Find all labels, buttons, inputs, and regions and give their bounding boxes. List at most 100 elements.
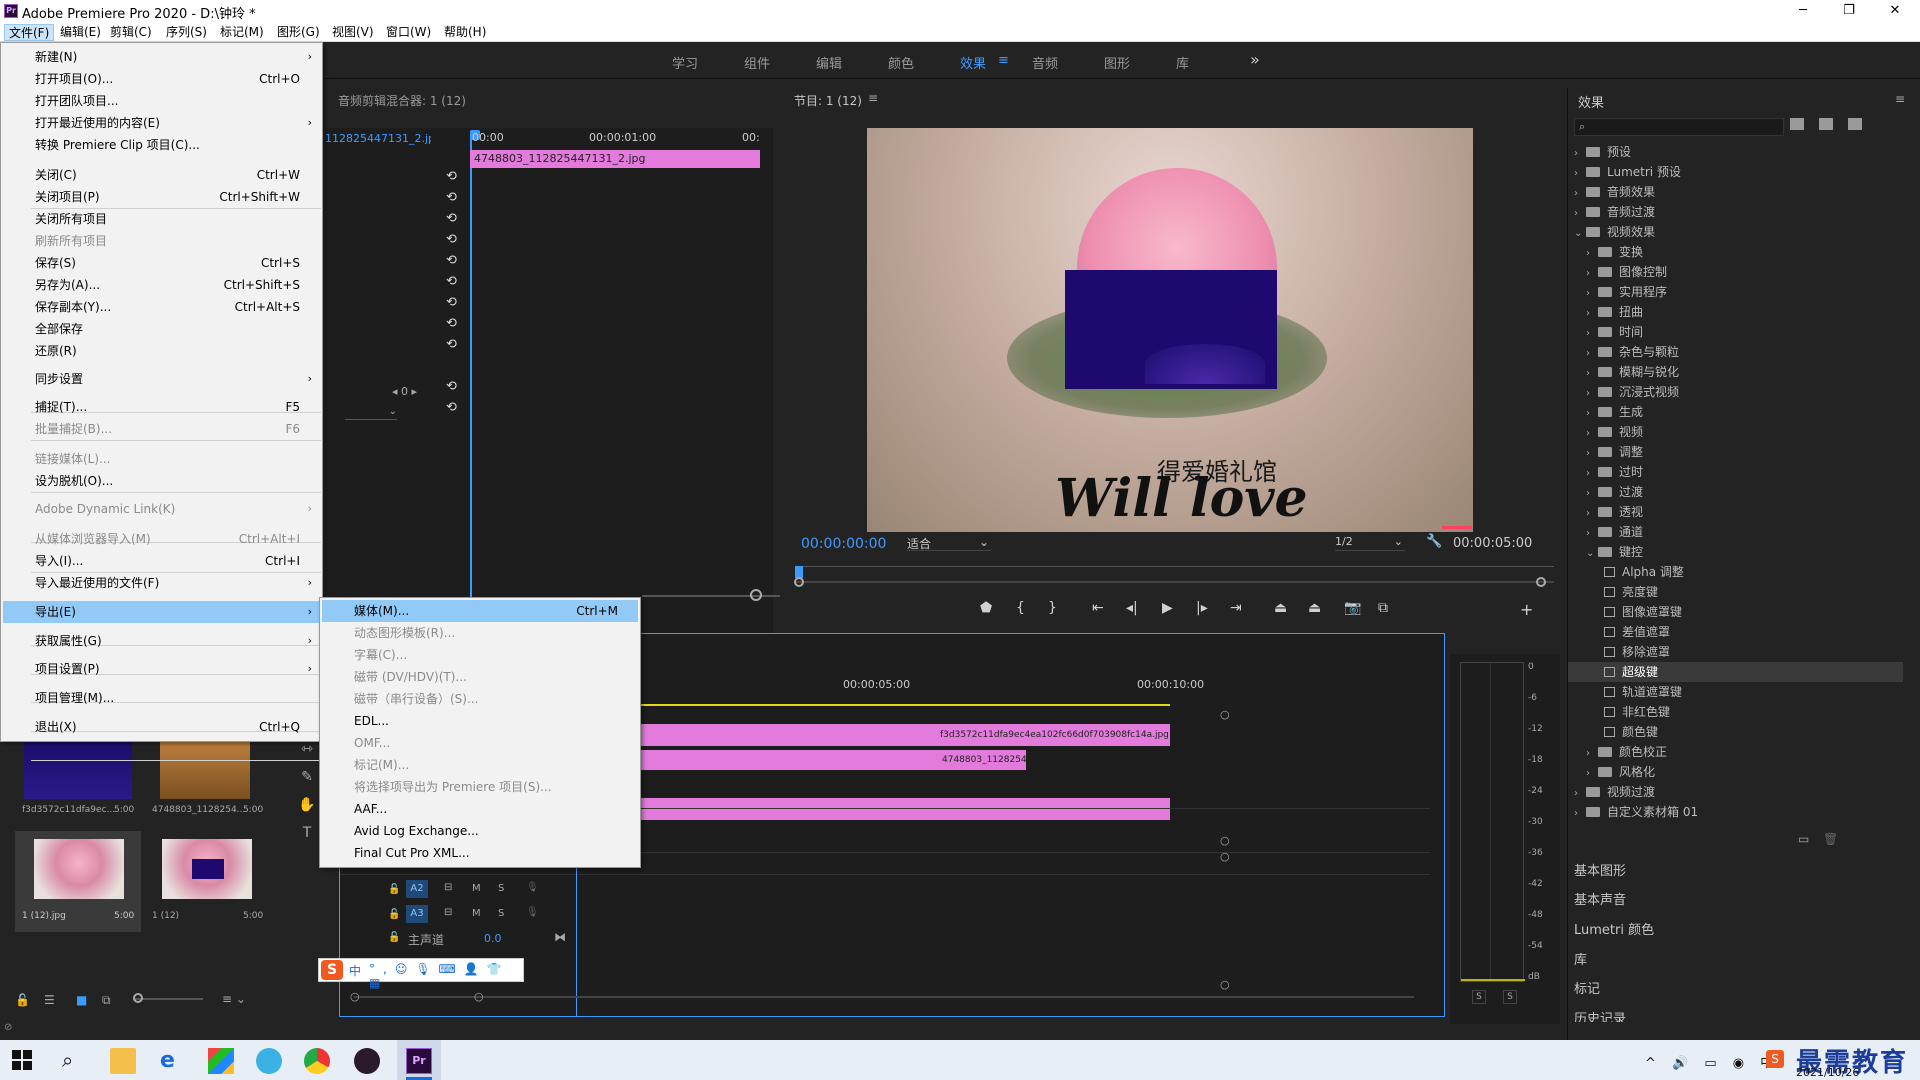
menu-edit[interactable]: 编辑(E) [56,24,105,41]
thumbnail[interactable] [34,839,124,899]
ie-browser-icon[interactable] [256,1048,282,1074]
mark-in-icon[interactable]: { [1016,600,1025,616]
solo-left-button[interactable]: S [1472,990,1486,1004]
zoom-handle[interactable] [750,589,762,601]
workspace-tab-learn[interactable]: 学习 [672,53,698,72]
file-menu-item[interactable]: 打开最近使用的内容(E) › [3,112,320,134]
fit-dropdown[interactable]: 适合 ⌄ [907,535,991,551]
effects-item[interactable]: 亮度键 [1568,582,1903,602]
ime-tool-icons[interactable]: °,☺🎙⌨👤👕▦ [369,962,523,990]
work-area-bar[interactable] [640,704,1170,706]
play-icon[interactable]: ▶ [1162,600,1173,616]
effects-folder[interactable]: › 自定义素材箱 01 [1568,802,1903,822]
mute-button[interactable]: M [472,883,481,894]
effects-folder[interactable]: › 变换 [1568,242,1903,262]
more-workspaces-icon[interactable]: » [1250,50,1260,69]
monitor-scrollbar[interactable] [794,581,1554,583]
menu-clip[interactable]: 剪辑(C) [106,24,156,41]
32bit-effects-icon[interactable] [1819,118,1833,130]
scroll-handle[interactable]: ○ [1220,708,1230,721]
step-forward-icon[interactable]: |▸ [1196,600,1208,616]
file-menu-item[interactable]: 获取属性(G) › [3,630,320,652]
new-bin-icon[interactable]: ▭ [1798,832,1809,846]
solo-button[interactable]: S [498,883,504,894]
time-ruler[interactable] [796,566,1554,567]
side-panel-markers[interactable]: 标记 [1574,978,1600,997]
comparison-view-icon[interactable]: ⧉ [1378,600,1388,616]
export-menu-item[interactable]: EDL... [322,710,638,732]
effects-folder[interactable]: › 透视 [1568,502,1903,522]
scroll-handle[interactable]: ○ [1220,834,1230,847]
master-volume-value[interactable]: 0.0 [484,932,502,945]
effects-folder[interactable]: › 过时 [1568,462,1903,482]
search-icon[interactable]: ⌕ [62,1048,88,1074]
go-to-out-icon[interactable]: ⇥ [1230,600,1242,616]
scroll-handle[interactable]: ○ [350,990,360,1003]
track-lock-icon[interactable]: 🔓 [388,909,400,920]
file-menu-item[interactable]: 退出(X) Ctrl+Q [3,716,320,738]
effects-item[interactable]: 差值遮罩 [1568,622,1903,642]
step-back-icon[interactable]: ◂| [1126,600,1138,616]
effects-folder[interactable]: › 调整 [1568,442,1903,462]
menu-file[interactable]: 文件(F) [4,24,55,41]
effects-folder[interactable]: › 音频效果 [1568,182,1903,202]
accelerated-effects-icon[interactable] [1790,118,1804,130]
add-button-icon[interactable]: + [1520,600,1533,619]
keyframe-reset-icons[interactable]: ⟲ ⟲ ⟲ ⟲ ⟲ ⟲ ⟲ ⟲ ⟲ ⟲ ⟲ [446,166,457,496]
file-menu-item[interactable]: 打开项目(O)... Ctrl+O [3,68,320,90]
menu-sequence[interactable]: 序列(S) [162,24,211,41]
edge-browser-icon[interactable]: e [160,1048,186,1074]
close-button[interactable]: ✕ [1872,0,1918,22]
effects-item[interactable]: 超级键 [1568,662,1903,682]
add-marker-icon[interactable]: ⬟ [980,600,992,616]
zoom-slider[interactable] [133,998,203,1000]
thumbnail[interactable] [160,739,250,799]
dropdown[interactable]: ⌄ [345,406,397,420]
workspace-tab-libraries[interactable]: 库 [1176,53,1189,72]
media-encoder-icon[interactable] [354,1048,380,1074]
export-menu-item[interactable]: Avid Log Exchange... [322,820,638,842]
hand-tool-icon[interactable]: ✋ [296,791,318,819]
effects-item[interactable]: 图像遮罩键 [1568,602,1903,622]
menu-help[interactable]: 帮助(H) [440,24,490,41]
chrome-icon[interactable] [304,1048,330,1074]
zoom-slider-handle[interactable] [133,993,143,1003]
effects-folder[interactable]: › 视频过渡 [1568,782,1903,802]
ime-mode-toggle[interactable]: 中 [349,962,361,979]
maximize-button[interactable]: ❐ [1826,0,1872,22]
file-menu-item[interactable]: 保存(S) Ctrl+S [3,252,320,274]
system-tray-icons[interactable]: ^ 🔊 ▭ ◉ 中 [1645,1052,1779,1071]
pen-tool-icon[interactable]: ✎ [296,763,318,791]
delete-icon[interactable]: 🗑 [1823,832,1838,846]
track-lock-icon[interactable]: 🔓 [388,884,400,895]
panel-menu-icon[interactable]: ≡ [1895,92,1905,106]
video-clip-1[interactable]: f3d3572c11dfa9ec4ea102fc66d0f703908fc14a… [640,724,1170,746]
scroll-handle[interactable]: ○ [1220,850,1230,863]
scroll-handle[interactable]: ○ [1220,978,1230,991]
export-frame-camera-icon[interactable]: 📷 [1344,600,1361,616]
voice-over-record-icon[interactable]: ⊟ [444,882,452,893]
track-lock-icon[interactable]: 🔓 [388,932,400,943]
list-view-icon[interactable]: ☰ [44,993,55,1007]
side-panel-libraries[interactable]: 库 [1574,949,1587,968]
file-menu-item[interactable]: 全部保存 [3,318,320,340]
file-menu-item[interactable]: 同步设置 › [3,368,320,390]
effects-folder[interactable]: › 沉浸式视频 [1568,382,1903,402]
hamburger-menu-icon[interactable]: ≡ [998,53,1009,68]
yuv-effects-icon[interactable] [1848,118,1862,130]
file-menu-item[interactable]: 另存为(A)... Ctrl+Shift+S [3,274,320,296]
windows-start-icon[interactable] [12,1050,32,1070]
effects-folder[interactable]: ⌄ 键控 [1568,542,1903,562]
icon-view-icon[interactable]: ■ [76,993,87,1007]
workspace-tab-editing[interactable]: 编辑 [816,53,842,72]
sort-icon[interactable]: ≡ ⌄ [222,992,246,1006]
side-panel-essential-sound[interactable]: 基本声音 [1574,889,1626,908]
scroll-handle-right[interactable] [1536,577,1546,587]
effects-item[interactable]: Alpha 调整 [1568,562,1903,582]
file-menu-item[interactable]: 项目管理(M)... [3,687,320,709]
file-menu-item[interactable]: 保存副本(Y)... Ctrl+Alt+S [3,296,320,318]
effects-folder[interactable]: › 实用程序 [1568,282,1903,302]
effects-folder[interactable]: › 通道 [1568,522,1903,542]
track-a2-label[interactable]: A2 [406,880,428,898]
file-menu-item[interactable]: 关闭(C) Ctrl+W [3,164,320,186]
